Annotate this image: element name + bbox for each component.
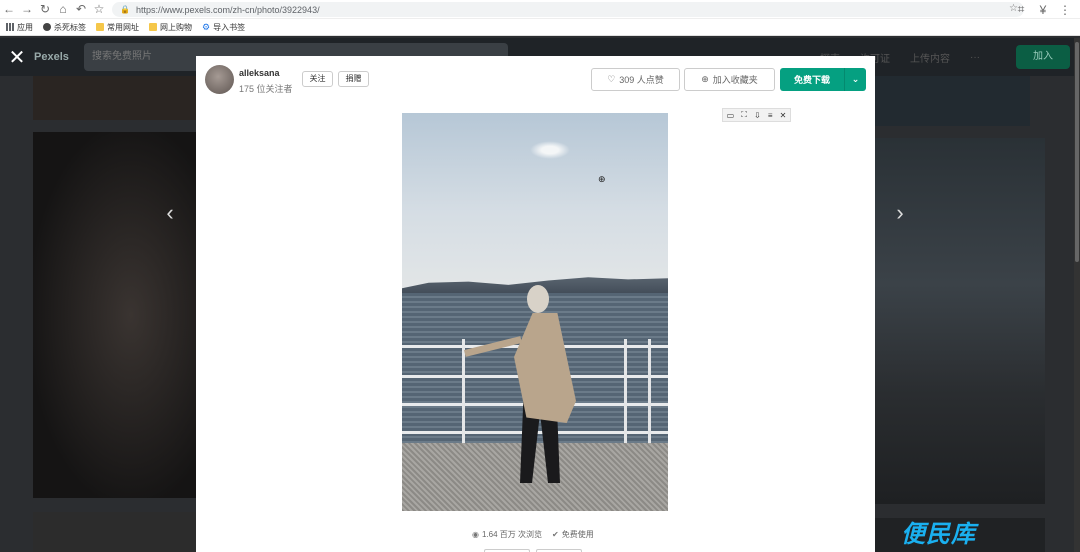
license-stat[interactable]: ✔ 免费使用	[552, 529, 594, 540]
image-viewer-toolbar: ▭ ⛶ ⇩ ≡ ✕	[722, 108, 791, 122]
page-scrollbar[interactable]	[1074, 38, 1080, 552]
main-photo[interactable]	[402, 113, 668, 511]
folder-icon	[96, 23, 104, 31]
lock-icon: 🔒	[120, 5, 130, 14]
reload-icon[interactable]: ↻	[36, 0, 54, 18]
like-button[interactable]: ♡ 309 人点赞	[591, 68, 680, 91]
undo-icon[interactable]: ↶	[72, 0, 90, 18]
forward-icon[interactable]: →	[18, 0, 36, 18]
scrollbar-thumb[interactable]	[1075, 42, 1079, 262]
chevron-right-icon[interactable]: ›	[890, 200, 910, 226]
extension-icon[interactable]: ¥	[1034, 1, 1052, 19]
chevron-down-icon[interactable]: ⌄	[845, 74, 866, 85]
bookmarks-bar: 应用 杀死标签 常用网址 网上购物 ⚙ 导入书签	[0, 19, 1080, 36]
avatar[interactable]	[205, 65, 234, 94]
back-icon[interactable]: ←	[0, 0, 18, 18]
like-label: 309 人点赞	[619, 75, 664, 85]
menu-icon[interactable]: ⋮	[1056, 1, 1074, 19]
bookmark-4[interactable]: ⚙ 导入书签	[202, 22, 245, 33]
author-name[interactable]: alleksana	[239, 68, 280, 78]
bookmark-2[interactable]: 常用网址	[96, 22, 139, 33]
join-button[interactable]: 加入	[1016, 45, 1070, 69]
browser-toolbar: ← → ↻ ⌂ ↶ ☆ 🔒 https://www.pexels.com/zh-…	[0, 0, 1080, 19]
fit-icon[interactable]: ⛶	[741, 110, 747, 120]
bookmark-3[interactable]: 网上购物	[149, 22, 192, 33]
chevron-left-icon[interactable]: ‹	[160, 200, 180, 226]
donate-button[interactable]: 捐赠	[338, 71, 369, 87]
bookmark-1[interactable]: 杀死标签	[43, 22, 86, 33]
globe-icon	[43, 23, 51, 31]
site-nav-more[interactable]: ···	[970, 52, 980, 63]
background-photo	[33, 76, 196, 120]
watermark-logo: 便民库	[901, 520, 976, 548]
apps-icon	[6, 23, 14, 31]
address-bar[interactable]: 🔒 https://www.pexels.com/zh-cn/photo/392…	[112, 2, 1024, 17]
screen-icon[interactable]: ▭	[727, 111, 735, 120]
follower-count: 175 位关注者	[239, 84, 293, 94]
list-icon[interactable]: ≡	[768, 111, 773, 120]
zoom-cursor-icon: ⊕	[598, 174, 606, 184]
site-nav-upload[interactable]: 上传内容	[910, 50, 950, 65]
background-photo	[33, 132, 196, 498]
site-logo[interactable]: Pexels	[34, 51, 69, 63]
address-url: https://www.pexels.com/zh-cn/photo/39229…	[135, 4, 320, 15]
background-photo	[875, 138, 1045, 504]
heart-icon: ♡	[607, 74, 616, 84]
gear-icon: ⚙	[202, 21, 211, 32]
check-circle-icon: ✔	[552, 530, 559, 539]
photo-rail-post	[624, 339, 627, 449]
photo-cloud	[530, 141, 570, 159]
crop-icon[interactable]: ⌗	[1012, 1, 1030, 19]
collect-button[interactable]: ⊕ 加入收藏夹	[684, 68, 775, 91]
home-icon[interactable]: ⌂	[54, 0, 72, 18]
views-stat: ◉ 1.64 百万 次浏览	[472, 530, 542, 539]
plus-circle-icon: ⊕	[701, 74, 709, 84]
follow-button[interactable]: 关注	[302, 71, 333, 87]
photo-modal: alleksana 175 位关注者 关注 捐赠 ♡ 309 人点赞 ⊕ 加入收…	[196, 56, 875, 552]
photo-sky	[402, 113, 668, 293]
folder-icon	[149, 23, 157, 31]
background-photo	[33, 512, 196, 552]
eye-icon: ◉	[472, 530, 479, 539]
close-icon[interactable]: ✕	[0, 38, 34, 76]
download-label: 免费下载	[793, 75, 830, 85]
bookmark-apps[interactable]: 应用	[6, 22, 33, 33]
photo-rail-post	[648, 339, 651, 449]
close-icon[interactable]: ✕	[780, 111, 787, 120]
bookmark-star-icon[interactable]: ☆	[90, 0, 108, 18]
collect-label: 加入收藏夹	[712, 75, 758, 85]
download-button[interactable]: 免费下载 ⌄	[780, 68, 866, 91]
photo-person-head	[527, 285, 549, 313]
download-arrow-icon[interactable]: ⇩	[754, 111, 761, 120]
background-photo	[875, 76, 1030, 126]
photo-stats: ◉ 1.64 百万 次浏览 ✔ 免费使用	[472, 529, 594, 540]
